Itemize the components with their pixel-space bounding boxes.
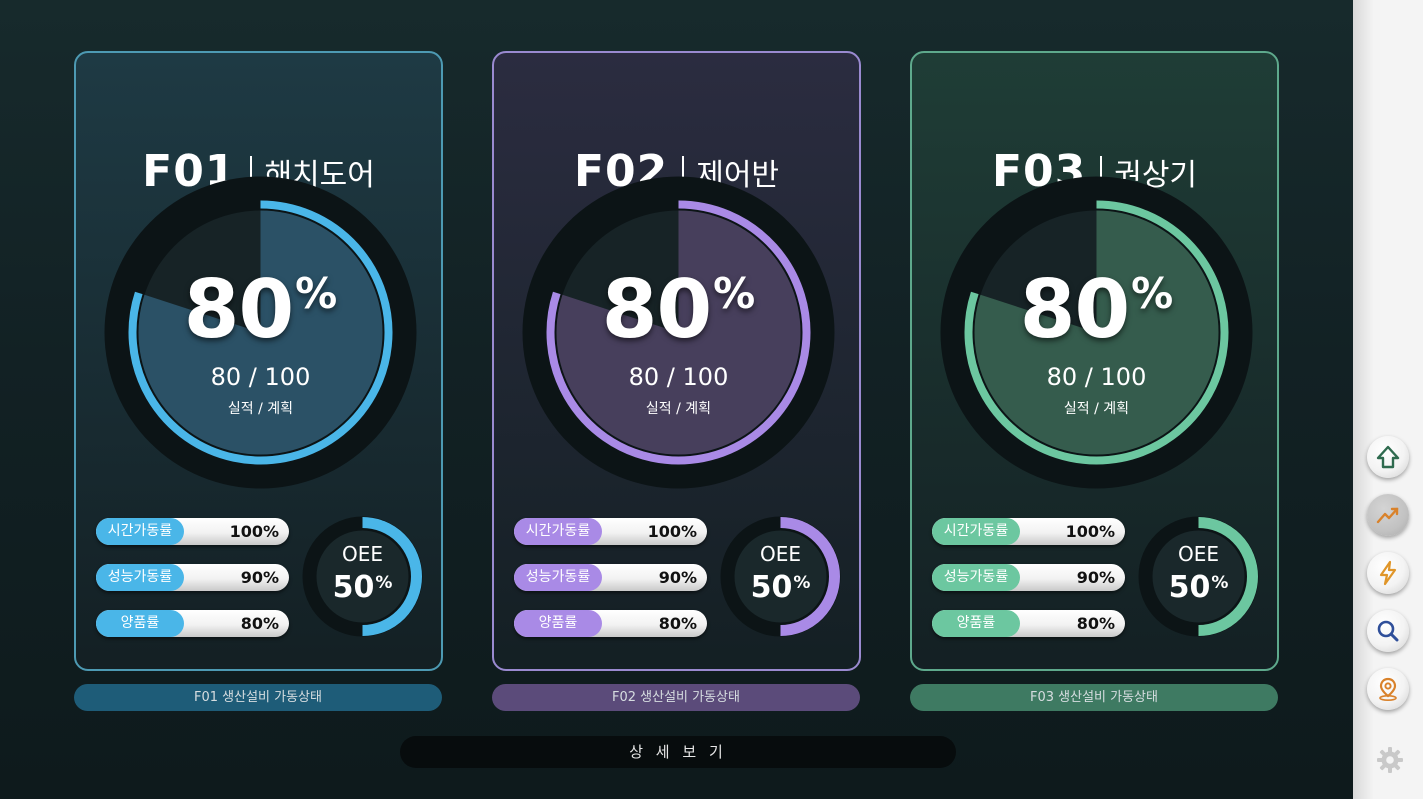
gauge-text: 80% 80 / 100 실적 / 계획 [940,176,1253,489]
oee-value-number: 50 [332,570,375,605]
oee-value: 50% [720,570,841,606]
card-f03[interactable]: F03 권상기 80% 80 / 100 실적 / 계획 시간가동률 100% 성능가동률 90… [910,51,1279,671]
home-up-icon [1376,445,1400,469]
metric-bar: 양품률 80% [514,610,707,637]
metric-value: 80% [1076,614,1115,633]
metric-value: 80% [658,614,697,633]
dashboard-main: F01 해치도어 80% 80 / 100 실적 / 계획 시간가동률 100% 성능가동률 9… [0,0,1353,799]
gear-icon[interactable] [1375,745,1405,775]
trend-chart-icon [1376,507,1399,524]
gauge-ratio: 80 / 100 [1046,363,1147,391]
sidebar-btn-search[interactable] [1367,610,1409,652]
gauge-percent: 80% [522,268,835,352]
metric-value: 100% [229,522,279,541]
gauge-percent-sign: % [713,269,756,318]
achievement-gauge: 80% 80 / 100 실적 / 계획 [104,176,417,489]
gauge-text: 80% 80 / 100 실적 / 계획 [522,176,835,489]
metric-value: 90% [658,568,697,587]
oee-label: OEE [341,542,383,566]
sidebar-btn-power[interactable] [1367,552,1409,594]
metric-value: 100% [1065,522,1115,541]
gauge-text: 80% 80 / 100 실적 / 계획 [104,176,417,489]
gauge-percent-sign: % [1131,269,1174,318]
gauge-ratio: 80 / 100 [628,363,729,391]
metric-value: 90% [1076,568,1115,587]
achievement-gauge: 80% 80 / 100 실적 / 계획 [940,176,1253,489]
search-icon [1377,620,1399,642]
detail-view-button[interactable]: 상 세 보 기 [400,736,956,768]
caption-f03: F03 생산설비 가동상태 [910,684,1278,711]
oee-value-sign: % [1211,573,1229,593]
metric-label: 시간가동률 [932,518,1020,545]
metric-label: 성능가동률 [96,564,184,591]
oee-value-number: 50 [1168,570,1211,605]
metric-label: 성능가동률 [514,564,602,591]
oee-value-sign: % [375,573,393,593]
gauge-ratio-label: 실적 / 계획 [645,401,712,417]
metric-bar: 성능가동률 90% [932,564,1125,591]
metric-bar: 양품률 80% [96,610,289,637]
metric-bar: 성능가동률 90% [514,564,707,591]
oee-value: 50% [1138,570,1259,606]
oee-value-sign: % [793,573,811,593]
metric-bar: 시간가동률 100% [514,518,707,545]
metric-label: 시간가동률 [96,518,184,545]
gauge-ratio: 80 / 100 [210,363,311,391]
sidebar-btn-home[interactable] [1367,436,1409,478]
oee-gauge: OEE 50% [1138,516,1259,637]
caption-f02: F02 생산설비 가동상태 [492,684,860,711]
gauge-percent-number: 80 [1019,263,1130,356]
sidebar-btn-location[interactable] [1367,668,1409,710]
gauge-percent-sign: % [295,269,338,318]
metric-value: 100% [647,522,697,541]
oee-value-number: 50 [750,570,793,605]
metric-bar: 시간가동률 100% [96,518,289,545]
caption-f01: F01 생산설비 가동상태 [74,684,442,711]
oee-value: 50% [302,570,423,606]
gauge-percent: 80% [940,268,1253,352]
metric-label: 양품률 [932,610,1020,637]
oee-gauge: OEE 50% [302,516,423,637]
metric-bar: 성능가동률 90% [96,564,289,591]
sidebar [1353,0,1423,799]
location-pin-icon [1379,677,1397,701]
lightning-icon [1379,560,1397,586]
oee-label: OEE [1177,542,1219,566]
metric-value: 80% [240,614,279,633]
gauge-percent-number: 80 [183,263,294,356]
gauge-ratio-label: 실적 / 계획 [1063,401,1130,417]
metric-bar: 시간가동률 100% [932,518,1125,545]
metric-bar: 양품률 80% [932,610,1125,637]
metric-label: 양품률 [96,610,184,637]
gauge-ratio-label: 실적 / 계획 [227,401,294,417]
metric-label: 성능가동률 [932,564,1020,591]
achievement-gauge: 80% 80 / 100 실적 / 계획 [522,176,835,489]
card-f01[interactable]: F01 해치도어 80% 80 / 100 실적 / 계획 시간가동률 100% 성능가동률 9… [74,51,443,671]
gauge-percent: 80% [104,268,417,352]
oee-label: OEE [759,542,801,566]
metric-value: 90% [240,568,279,587]
sidebar-btn-trend[interactable] [1367,494,1409,536]
gauge-percent-number: 80 [601,263,712,356]
card-f02[interactable]: F02 제어반 80% 80 / 100 실적 / 계획 시간가동률 100% 성능가동률 90… [492,51,861,671]
oee-gauge: OEE 50% [720,516,841,637]
metric-label: 시간가동률 [514,518,602,545]
metric-label: 양품률 [514,610,602,637]
